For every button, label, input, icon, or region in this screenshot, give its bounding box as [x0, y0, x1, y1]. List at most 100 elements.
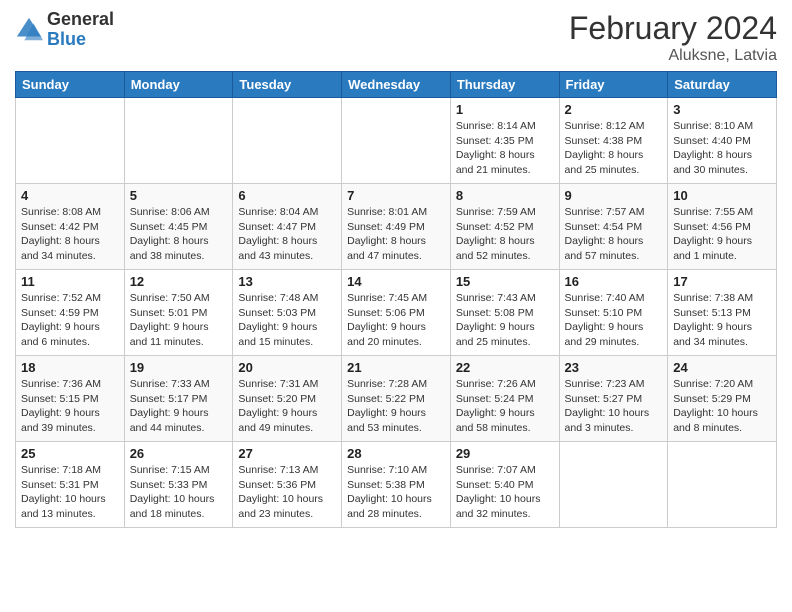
day-info: Sunrise: 7:36 AMSunset: 5:15 PMDaylight:…	[21, 377, 119, 436]
day-info: Sunrise: 7:23 AMSunset: 5:27 PMDaylight:…	[565, 377, 663, 436]
day-info: Sunrise: 7:20 AMSunset: 5:29 PMDaylight:…	[673, 377, 771, 436]
calendar-cell	[233, 98, 342, 184]
day-number: 4	[21, 188, 119, 203]
calendar-cell: 25 Sunrise: 7:18 AMSunset: 5:31 PMDayligh…	[16, 442, 125, 528]
day-info: Sunrise: 7:07 AMSunset: 5:40 PMDaylight:…	[456, 463, 554, 522]
calendar-cell	[124, 98, 233, 184]
calendar-cell: 21 Sunrise: 7:28 AMSunset: 5:22 PMDayligh…	[342, 356, 451, 442]
day-info: Sunrise: 8:06 AMSunset: 4:45 PMDaylight:…	[130, 205, 228, 264]
calendar-cell	[16, 98, 125, 184]
day-info: Sunrise: 7:18 AMSunset: 5:31 PMDaylight:…	[21, 463, 119, 522]
calendar-week-row: 1 Sunrise: 8:14 AMSunset: 4:35 PMDaylight…	[16, 98, 777, 184]
calendar-cell: 9Sunrise: 7:57 AMSunset: 4:54 PMDaylight…	[559, 184, 668, 270]
day-number: 7	[347, 188, 445, 203]
logo: General Blue	[15, 10, 114, 50]
calendar-week-row: 25 Sunrise: 7:18 AMSunset: 5:31 PMDayligh…	[16, 442, 777, 528]
weekday-header: Monday	[124, 72, 233, 98]
day-info: Sunrise: 7:38 AMSunset: 5:13 PMDaylight:…	[673, 291, 771, 350]
day-info: Sunrise: 7:40 AMSunset: 5:10 PMDaylight:…	[565, 291, 663, 350]
calendar-cell: 29Sunrise: 7:07 AMSunset: 5:40 PMDayligh…	[450, 442, 559, 528]
day-number: 16	[565, 274, 663, 289]
day-number: 11	[21, 274, 119, 289]
day-number: 24	[673, 360, 771, 375]
day-number: 27	[238, 446, 336, 461]
day-info: Sunrise: 7:45 AMSunset: 5:06 PMDaylight:…	[347, 291, 445, 350]
day-number: 17	[673, 274, 771, 289]
weekday-header: Saturday	[668, 72, 777, 98]
calendar-week-row: 18Sunrise: 7:36 AMSunset: 5:15 PMDayligh…	[16, 356, 777, 442]
header: General Blue February 2024 Aluksne, Latv…	[15, 10, 777, 65]
calendar-cell: 1 Sunrise: 8:14 AMSunset: 4:35 PMDaylight…	[450, 98, 559, 184]
day-info: Sunrise: 7:28 AMSunset: 5:22 PMDaylight:…	[347, 377, 445, 436]
day-number: 25	[21, 446, 119, 461]
day-number: 15	[456, 274, 554, 289]
day-number: 10	[673, 188, 771, 203]
day-info: Sunrise: 7:48 AMSunset: 5:03 PMDaylight:…	[238, 291, 336, 350]
calendar-cell: 13 Sunrise: 7:48 AMSunset: 5:03 PMDayligh…	[233, 270, 342, 356]
day-number: 2	[565, 102, 663, 117]
day-info: Sunrise: 8:04 AMSunset: 4:47 PMDaylight:…	[238, 205, 336, 264]
day-number: 5	[130, 188, 228, 203]
calendar-cell	[668, 442, 777, 528]
title-block: February 2024 Aluksne, Latvia	[569, 10, 777, 65]
day-info: Sunrise: 8:08 AMSunset: 4:42 PMDaylight:…	[21, 205, 119, 264]
calendar-cell: 7 Sunrise: 8:01 AMSunset: 4:49 PMDaylight…	[342, 184, 451, 270]
day-number: 12	[130, 274, 228, 289]
calendar-cell: 6 Sunrise: 8:04 AMSunset: 4:47 PMDaylight…	[233, 184, 342, 270]
calendar-cell: 27 Sunrise: 7:13 AMSunset: 5:36 PMDayligh…	[233, 442, 342, 528]
day-info: Sunrise: 7:33 AMSunset: 5:17 PMDaylight:…	[130, 377, 228, 436]
calendar: SundayMondayTuesdayWednesdayThursdayFrid…	[15, 71, 777, 528]
calendar-cell: 11 Sunrise: 7:52 AMSunset: 4:59 PMDayligh…	[16, 270, 125, 356]
calendar-cell: 28Sunrise: 7:10 AMSunset: 5:38 PMDayligh…	[342, 442, 451, 528]
day-number: 6	[238, 188, 336, 203]
day-info: Sunrise: 8:12 AMSunset: 4:38 PMDaylight:…	[565, 119, 663, 178]
calendar-cell: 20Sunrise: 7:31 AMSunset: 5:20 PMDayligh…	[233, 356, 342, 442]
logo-general-text: General	[47, 10, 114, 30]
day-info: Sunrise: 7:50 AMSunset: 5:01 PMDaylight:…	[130, 291, 228, 350]
weekday-header: Thursday	[450, 72, 559, 98]
day-info: Sunrise: 8:10 AMSunset: 4:40 PMDaylight:…	[673, 119, 771, 178]
calendar-cell	[559, 442, 668, 528]
day-info: Sunrise: 7:55 AMSunset: 4:56 PMDaylight:…	[673, 205, 771, 264]
day-number: 8	[456, 188, 554, 203]
logo-text: General Blue	[47, 10, 114, 50]
day-info: Sunrise: 7:15 AMSunset: 5:33 PMDaylight:…	[130, 463, 228, 522]
weekday-header-row: SundayMondayTuesdayWednesdayThursdayFrid…	[16, 72, 777, 98]
calendar-cell: 18Sunrise: 7:36 AMSunset: 5:15 PMDayligh…	[16, 356, 125, 442]
day-info: Sunrise: 7:26 AMSunset: 5:24 PMDaylight:…	[456, 377, 554, 436]
day-number: 9	[565, 188, 663, 203]
location: Aluksne, Latvia	[569, 47, 777, 65]
calendar-cell: 22Sunrise: 7:26 AMSunset: 5:24 PMDayligh…	[450, 356, 559, 442]
day-number: 19	[130, 360, 228, 375]
calendar-cell: 24 Sunrise: 7:20 AMSunset: 5:29 PMDayligh…	[668, 356, 777, 442]
calendar-cell: 15 Sunrise: 7:43 AMSunset: 5:08 PMDayligh…	[450, 270, 559, 356]
calendar-cell: 3 Sunrise: 8:10 AMSunset: 4:40 PMDaylight…	[668, 98, 777, 184]
day-info: Sunrise: 7:13 AMSunset: 5:36 PMDaylight:…	[238, 463, 336, 522]
weekday-header: Friday	[559, 72, 668, 98]
calendar-cell: 2 Sunrise: 8:12 AMSunset: 4:38 PMDaylight…	[559, 98, 668, 184]
day-number: 28	[347, 446, 445, 461]
day-number: 20	[238, 360, 336, 375]
calendar-week-row: 4 Sunrise: 8:08 AMSunset: 4:42 PMDaylight…	[16, 184, 777, 270]
day-info: Sunrise: 8:14 AMSunset: 4:35 PMDaylight:…	[456, 119, 554, 178]
day-info: Sunrise: 7:59 AMSunset: 4:52 PMDaylight:…	[456, 205, 554, 264]
day-info: Sunrise: 7:43 AMSunset: 5:08 PMDaylight:…	[456, 291, 554, 350]
calendar-cell: 14Sunrise: 7:45 AMSunset: 5:06 PMDayligh…	[342, 270, 451, 356]
day-number: 3	[673, 102, 771, 117]
calendar-cell: 8 Sunrise: 7:59 AMSunset: 4:52 PMDaylight…	[450, 184, 559, 270]
weekday-header: Wednesday	[342, 72, 451, 98]
calendar-cell: 26Sunrise: 7:15 AMSunset: 5:33 PMDayligh…	[124, 442, 233, 528]
day-number: 13	[238, 274, 336, 289]
calendar-cell: 4 Sunrise: 8:08 AMSunset: 4:42 PMDaylight…	[16, 184, 125, 270]
day-number: 1	[456, 102, 554, 117]
calendar-cell: 16 Sunrise: 7:40 AMSunset: 5:10 PMDayligh…	[559, 270, 668, 356]
day-info: Sunrise: 7:52 AMSunset: 4:59 PMDaylight:…	[21, 291, 119, 350]
main-container: General Blue February 2024 Aluksne, Latv…	[0, 0, 792, 538]
day-number: 23	[565, 360, 663, 375]
day-number: 21	[347, 360, 445, 375]
logo-blue-text: Blue	[47, 30, 114, 50]
day-info: Sunrise: 8:01 AMSunset: 4:49 PMDaylight:…	[347, 205, 445, 264]
calendar-cell: 12 Sunrise: 7:50 AMSunset: 5:01 PMDayligh…	[124, 270, 233, 356]
month-title: February 2024	[569, 10, 777, 47]
weekday-header: Tuesday	[233, 72, 342, 98]
